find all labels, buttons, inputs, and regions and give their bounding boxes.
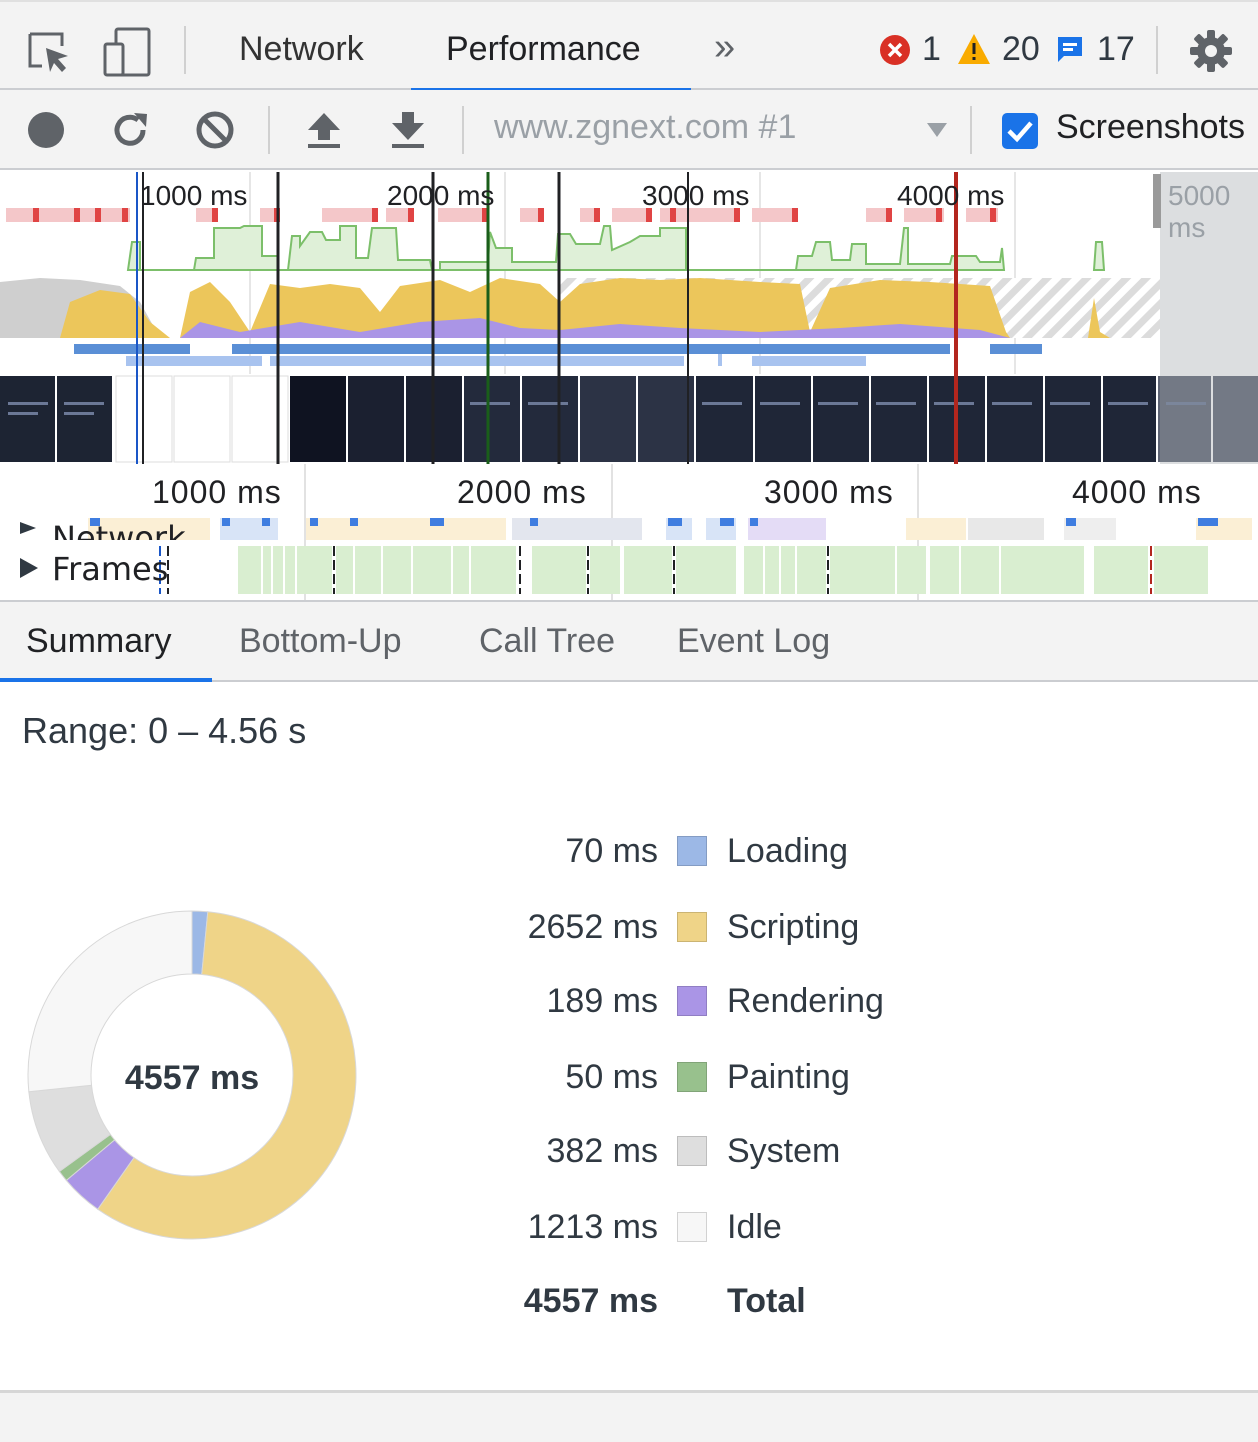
legend-label-rendering: Rendering bbox=[727, 982, 884, 1020]
legend-swatch-idle bbox=[677, 1212, 707, 1242]
overview-tick: 3000 ms bbox=[642, 180, 750, 211]
legend-swatch-system bbox=[677, 1136, 707, 1166]
legend-label-painting: Painting bbox=[727, 1058, 850, 1096]
overview-tick: 1000 ms bbox=[140, 180, 248, 211]
screenshots-checkbox[interactable] bbox=[1001, 112, 1039, 150]
drawer-bar bbox=[0, 1390, 1258, 1442]
warning-icon[interactable] bbox=[956, 32, 992, 66]
legend-value-loading: 70 ms bbox=[565, 832, 658, 870]
clear-icon[interactable] bbox=[195, 110, 235, 150]
overview-tick: 4000 ms bbox=[897, 180, 1005, 211]
legend-label-system: System bbox=[727, 1132, 841, 1170]
error-count[interactable]: 1 bbox=[922, 30, 941, 69]
frames-track-label[interactable]: Frames bbox=[52, 550, 168, 588]
range-label: Range: 0 – 4.56 s bbox=[22, 710, 307, 751]
divider bbox=[268, 106, 270, 154]
legend-swatch-loading bbox=[677, 836, 707, 866]
divider bbox=[970, 106, 972, 154]
legend-label-loading: Loading bbox=[727, 832, 849, 870]
legend-swatch-rendering bbox=[677, 986, 707, 1016]
divider bbox=[462, 106, 464, 154]
error-icon[interactable] bbox=[879, 34, 911, 66]
legend-swatch-scripting bbox=[677, 912, 707, 942]
legend-label-idle: Idle bbox=[727, 1208, 782, 1246]
tab-performance[interactable]: Performance bbox=[446, 30, 641, 69]
network-track-label[interactable]: Network bbox=[52, 514, 186, 540]
pie-total-label: 4557 ms bbox=[125, 1059, 259, 1097]
legend-value-painting: 50 ms bbox=[565, 1058, 658, 1096]
total-value: 4557 ms bbox=[523, 1282, 658, 1320]
legend-value-rendering: 189 ms bbox=[546, 982, 659, 1020]
active-tab-indicator bbox=[0, 678, 212, 682]
tab-event-log[interactable]: Event Log bbox=[677, 622, 830, 661]
screenshots-label[interactable]: Screenshots bbox=[1056, 108, 1245, 147]
record-icon[interactable] bbox=[26, 110, 66, 150]
overview-tick: 5000 ms bbox=[1168, 180, 1231, 243]
tab-network[interactable]: Network bbox=[239, 30, 364, 69]
warning-count[interactable]: 20 bbox=[1002, 30, 1040, 69]
inspect-element-icon[interactable] bbox=[26, 30, 72, 76]
performance-toolbar: www.zgnext.com #1 Screenshots bbox=[0, 90, 1258, 170]
legend-value-system: 382 ms bbox=[546, 1132, 659, 1170]
gear-icon[interactable] bbox=[1188, 28, 1234, 74]
reload-icon[interactable] bbox=[110, 110, 150, 150]
timeline-tick: 2000 ms bbox=[457, 474, 587, 510]
tab-call-tree[interactable]: Call Tree bbox=[479, 622, 615, 661]
legend-swatch-painting bbox=[677, 1062, 707, 1092]
legend-value-idle: 1213 ms bbox=[527, 1208, 658, 1246]
message-count[interactable]: 17 bbox=[1097, 30, 1135, 69]
details-tabbar: Summary Bottom-Up Call Tree Event Log bbox=[0, 602, 1258, 682]
timeline-overview[interactable]: 1000 ms 2000 ms 3000 ms 4000 ms 5000 ms bbox=[0, 172, 1258, 464]
divider bbox=[184, 26, 186, 74]
devtools-top-tabbar: Network Performance » 1 20 17 bbox=[0, 0, 1258, 92]
summary-pie-chart: 4557 ms bbox=[27, 910, 357, 1240]
timeline-tick: 3000 ms bbox=[764, 474, 894, 510]
flame-chart[interactable]: 1000 ms 2000 ms 3000 ms 4000 ms Network … bbox=[0, 464, 1258, 602]
legend-value-scripting: 2652 ms bbox=[527, 908, 658, 946]
timeline-tick: 1000 ms bbox=[152, 474, 282, 510]
overview-graph[interactable] bbox=[0, 172, 1258, 464]
tab-bottom-up[interactable]: Bottom-Up bbox=[239, 622, 402, 661]
chevron-down-icon[interactable] bbox=[925, 120, 949, 140]
legend-label-scripting: Scripting bbox=[727, 908, 860, 946]
divider bbox=[1156, 26, 1158, 74]
total-label: Total bbox=[727, 1282, 806, 1320]
upload-icon[interactable] bbox=[304, 110, 344, 150]
download-icon[interactable] bbox=[388, 110, 428, 150]
more-tabs-chevron-icon[interactable]: » bbox=[714, 26, 735, 69]
profile-select[interactable]: www.zgnext.com #1 bbox=[494, 108, 796, 147]
overview-tick: 2000 ms bbox=[387, 180, 495, 211]
timeline-tick: 4000 ms bbox=[1072, 474, 1202, 510]
message-icon[interactable] bbox=[1055, 34, 1085, 64]
device-toolbar-icon[interactable] bbox=[102, 26, 152, 78]
tab-summary[interactable]: Summary bbox=[26, 622, 171, 661]
